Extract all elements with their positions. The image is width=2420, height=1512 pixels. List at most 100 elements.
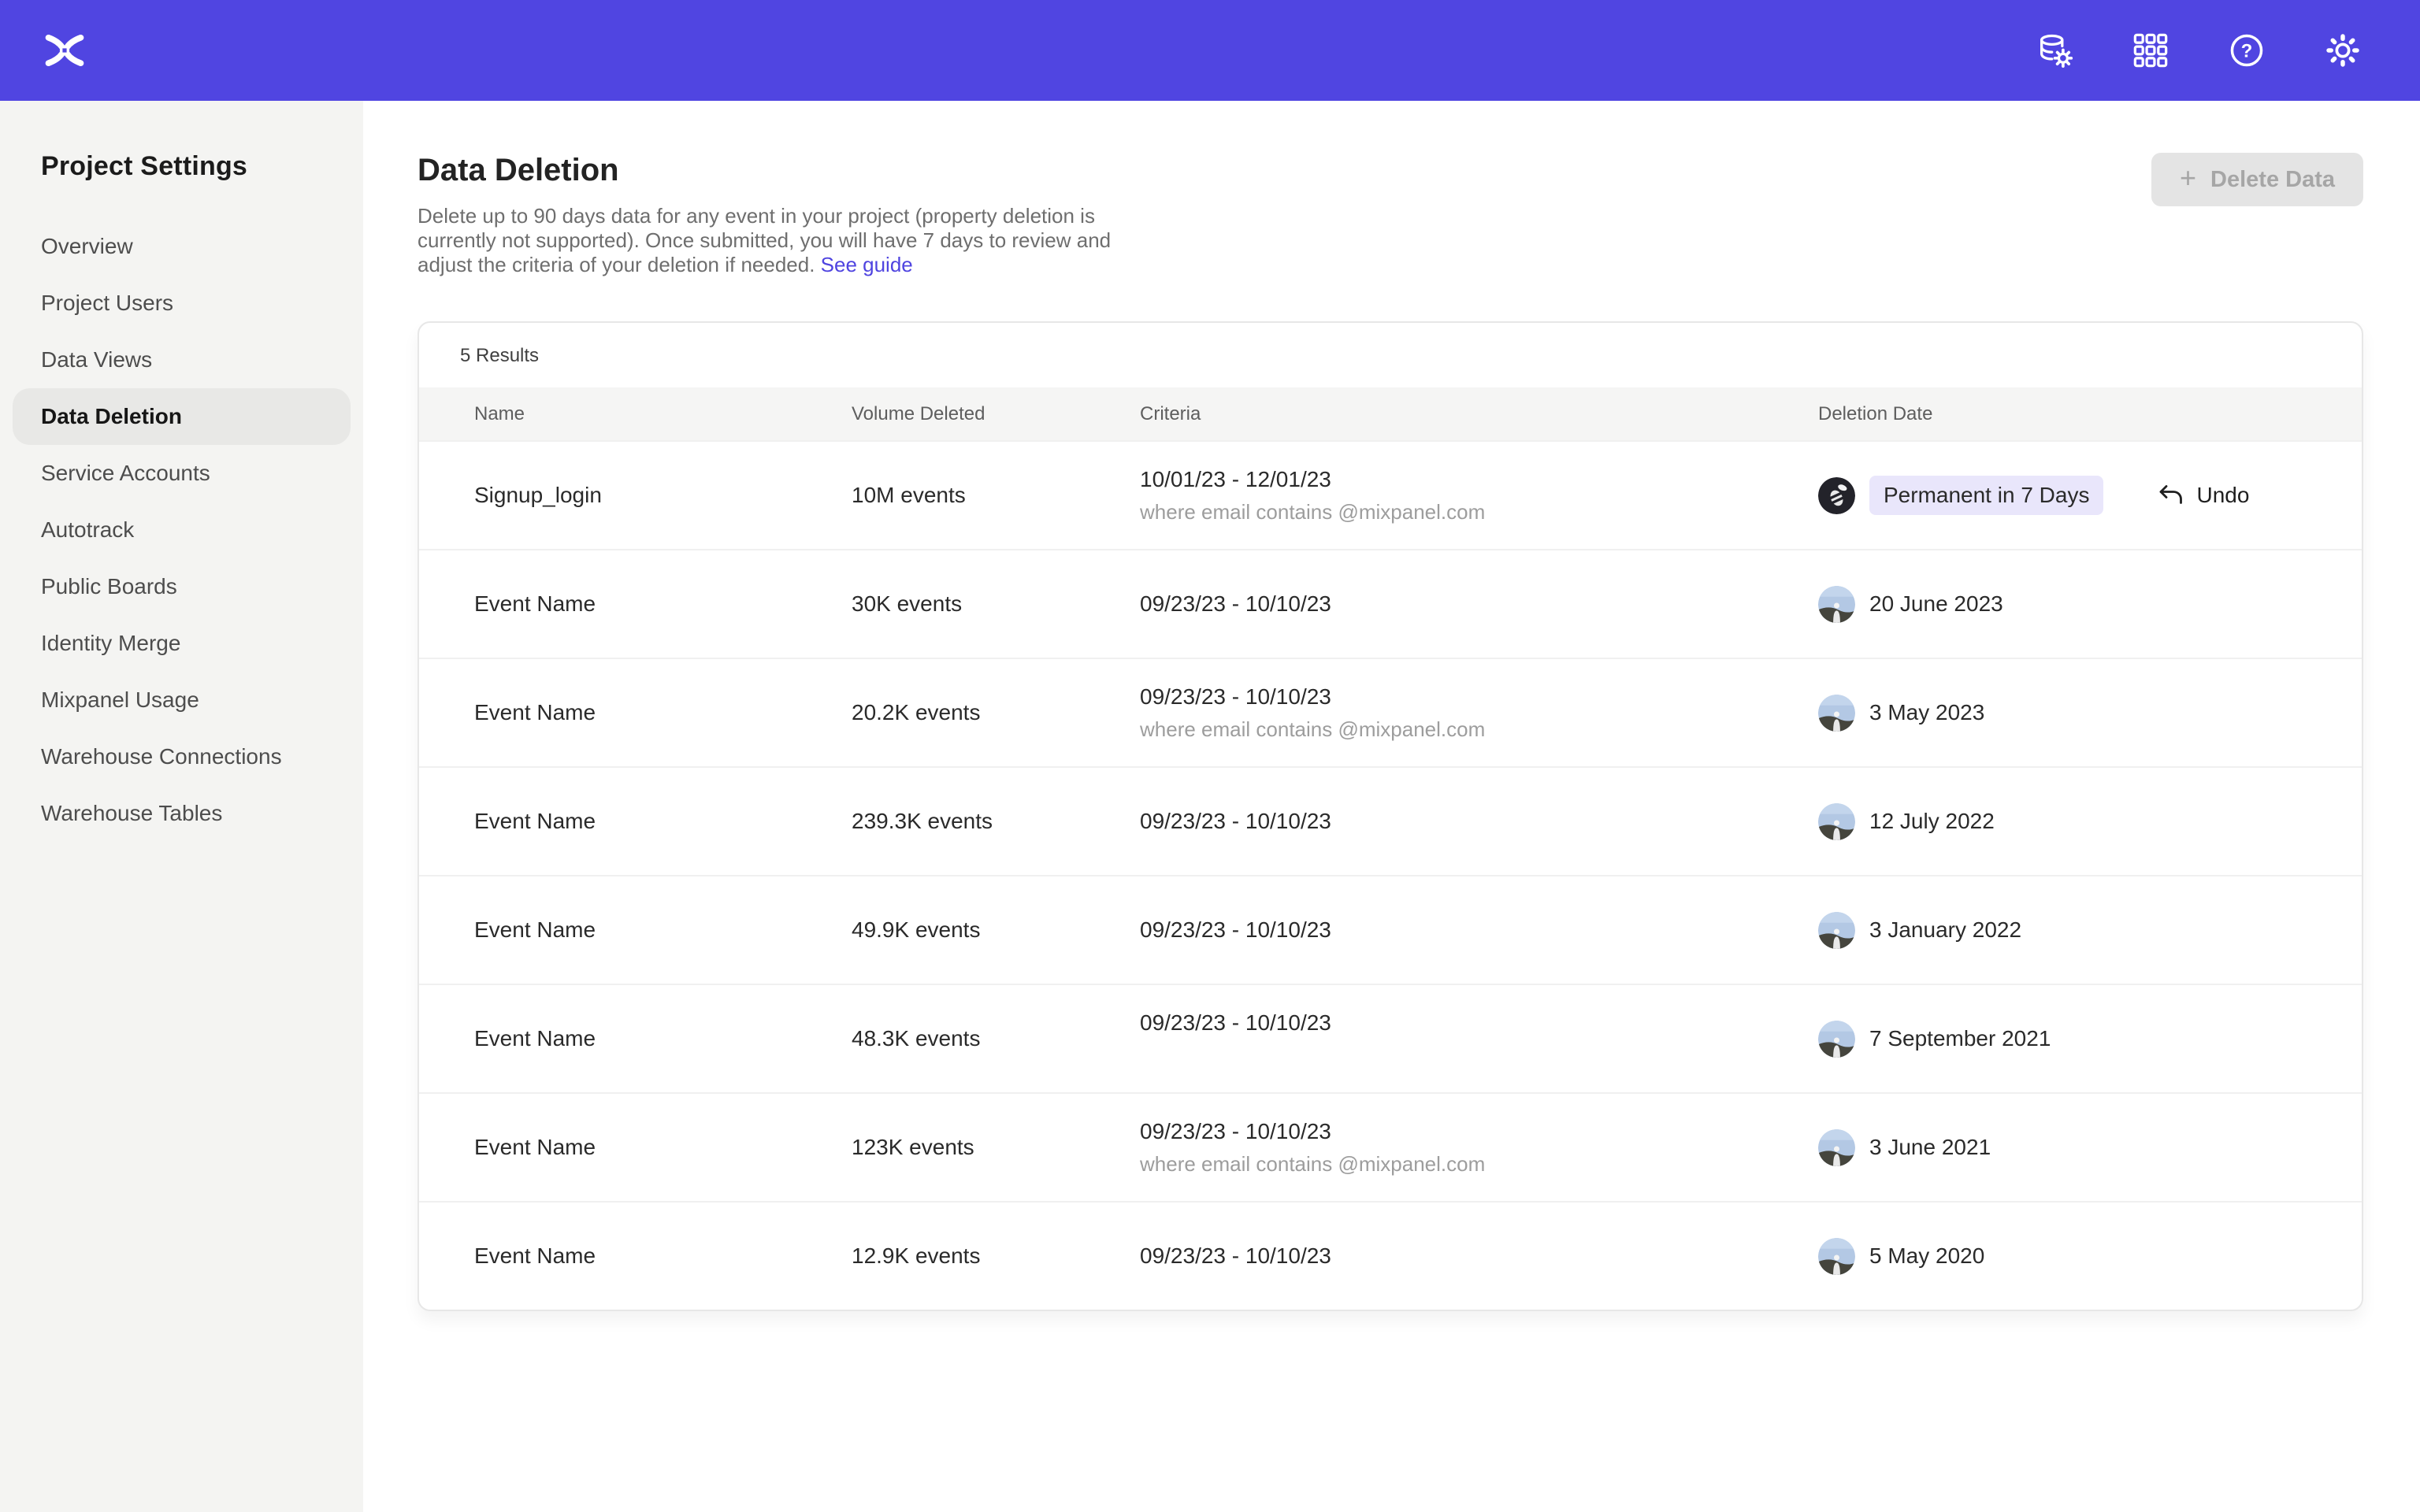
table-row: Event Name 12.9K events 09/23/23 - 10/10… bbox=[419, 1201, 2362, 1310]
table-row: Event Name 123K events 09/23/23 - 10/10/… bbox=[419, 1092, 2362, 1201]
user-avatar bbox=[1818, 1238, 1855, 1275]
criteria-range: 09/23/23 - 10/10/23 bbox=[1140, 808, 1818, 835]
sidebar-item-mixpanel-usage[interactable]: Mixpanel Usage bbox=[13, 672, 351, 728]
see-guide-link[interactable]: See guide bbox=[821, 253, 913, 276]
table-header-row: Name Volume Deleted Criteria Deletion Da… bbox=[419, 387, 2362, 440]
table-row: Signup_login 10M events 10/01/23 - 12/01… bbox=[419, 440, 2362, 549]
sidebar-item-warehouse-tables[interactable]: Warehouse Tables bbox=[13, 785, 351, 842]
cell-volume: 20.2K events bbox=[852, 700, 1140, 725]
sidebar-item-identity-merge[interactable]: Identity Merge bbox=[13, 615, 351, 672]
status-badge: Permanent in 7 Days bbox=[1869, 476, 2103, 515]
column-header-name: Name bbox=[474, 403, 852, 425]
criteria-range: 09/23/23 - 10/10/23 bbox=[1140, 1118, 1818, 1145]
deletion-date: 7 September 2021 bbox=[1869, 1026, 2051, 1051]
cell-volume: 123K events bbox=[852, 1135, 1140, 1160]
criteria-filter: where email contains @mixpanel.com bbox=[1140, 499, 1818, 524]
data-deletion-page: Data Deletion Delete up to 90 days data … bbox=[363, 101, 2420, 1512]
user-avatar bbox=[1818, 803, 1855, 840]
sidebar-item-data-deletion[interactable]: Data Deletion bbox=[13, 388, 351, 445]
cell-name: Event Name bbox=[474, 700, 852, 725]
criteria-range: 09/23/23 - 10/10/23 bbox=[1140, 917, 1818, 943]
delete-data-button[interactable]: + Delete Data bbox=[2151, 153, 2363, 206]
data-management-icon[interactable] bbox=[2036, 32, 2073, 69]
svg-text:?: ? bbox=[2241, 41, 2253, 62]
cell-deletion-date: 3 May 2023 bbox=[1818, 695, 2311, 732]
column-header-volume-deleted: Volume Deleted bbox=[852, 403, 1140, 425]
criteria-range: 10/01/23 - 12/01/23 bbox=[1140, 466, 1818, 493]
cell-volume: 10M events bbox=[852, 483, 1140, 508]
cell-criteria: 10/01/23 - 12/01/23 where email contains… bbox=[1140, 466, 1818, 524]
criteria-filter: where email contains @mixpanel.com bbox=[1140, 1151, 1818, 1177]
deletion-date: 20 June 2023 bbox=[1869, 591, 2003, 617]
column-header-deletion-date: Deletion Date bbox=[1818, 403, 2311, 425]
user-avatar bbox=[1818, 586, 1855, 623]
deletion-date: 5 May 2020 bbox=[1869, 1243, 1984, 1269]
deletion-date: 3 May 2023 bbox=[1869, 700, 1984, 725]
sidebar-item-data-views[interactable]: Data Views bbox=[13, 332, 351, 388]
criteria-range: 09/23/23 - 10/10/23 bbox=[1140, 1243, 1818, 1269]
sidebar-item-autotrack[interactable]: Autotrack bbox=[13, 502, 351, 558]
cell-name: Event Name bbox=[474, 1243, 852, 1269]
sidebar-item-overview[interactable]: Overview bbox=[13, 218, 351, 275]
sidebar-item-project-users[interactable]: Project Users bbox=[13, 275, 351, 332]
cell-volume: 239.3K events bbox=[852, 809, 1140, 834]
cell-name: Event Name bbox=[474, 809, 852, 834]
cell-criteria: 09/23/23 - 10/10/23 bbox=[1140, 917, 1818, 943]
cell-name: Event Name bbox=[474, 1135, 852, 1160]
topbar-icon-group: ? bbox=[2036, 32, 2362, 69]
settings-gear-icon[interactable] bbox=[2324, 32, 2362, 69]
cell-volume: 49.9K events bbox=[852, 917, 1140, 943]
table-row: Event Name 239.3K events 09/23/23 - 10/1… bbox=[419, 766, 2362, 875]
deletion-requests-card: 5 Results Name Volume Deleted Criteria D… bbox=[418, 321, 2363, 1311]
page-title: Data Deletion bbox=[418, 153, 2363, 188]
cell-deletion-date: 5 May 2020 bbox=[1818, 1238, 2311, 1275]
cell-deletion-date: 12 July 2022 bbox=[1818, 803, 2311, 840]
page-description: Delete up to 90 days data for any event … bbox=[418, 204, 1130, 277]
cell-deletion-date: 20 June 2023 bbox=[1818, 586, 2311, 623]
delete-data-button-label: Delete Data bbox=[2210, 167, 2335, 193]
cell-criteria: 09/23/23 - 10/10/23 bbox=[1140, 1243, 1818, 1269]
user-avatar bbox=[1818, 695, 1855, 732]
cell-name: Signup_login bbox=[474, 483, 852, 508]
undo-button[interactable]: Undo bbox=[2157, 481, 2249, 510]
cell-volume: 48.3K events bbox=[852, 1026, 1140, 1051]
mixpanel-logo-icon[interactable] bbox=[44, 30, 85, 71]
deletion-date: 12 July 2022 bbox=[1869, 809, 1995, 834]
top-navigation-bar: ? bbox=[0, 0, 2420, 101]
cell-volume: 30K events bbox=[852, 591, 1140, 617]
sidebar-item-service-accounts[interactable]: Service Accounts bbox=[13, 445, 351, 502]
page-description-text: Delete up to 90 days data for any event … bbox=[418, 204, 1111, 276]
cell-criteria: 09/23/23 - 10/10/23 where email contains… bbox=[1140, 684, 1818, 742]
cell-name: Event Name bbox=[474, 1026, 852, 1051]
cell-criteria: 09/23/23 - 10/10/23 bbox=[1140, 1010, 1818, 1068]
cell-deletion-date: Permanent in 7 Days Undo bbox=[1818, 476, 2311, 515]
user-avatar bbox=[1818, 1021, 1855, 1058]
column-header-criteria: Criteria bbox=[1140, 403, 1818, 425]
cell-deletion-date: 3 June 2021 bbox=[1818, 1129, 2311, 1166]
cell-criteria: 09/23/23 - 10/10/23 bbox=[1140, 591, 1818, 617]
help-icon[interactable]: ? bbox=[2228, 32, 2266, 69]
table-row: Event Name 48.3K events 09/23/23 - 10/10… bbox=[419, 984, 2362, 1092]
sidebar-item-public-boards[interactable]: Public Boards bbox=[13, 558, 351, 615]
user-avatar bbox=[1818, 912, 1855, 949]
deletion-date: 3 January 2022 bbox=[1869, 917, 2021, 943]
cell-name: Event Name bbox=[474, 917, 852, 943]
criteria-range: 09/23/23 - 10/10/23 bbox=[1140, 1010, 1818, 1036]
sidebar-item-warehouse-connections[interactable]: Warehouse Connections bbox=[13, 728, 351, 785]
cell-name: Event Name bbox=[474, 591, 852, 617]
plus-icon: + bbox=[2180, 164, 2196, 192]
cell-criteria: 09/23/23 - 10/10/23 where email contains… bbox=[1140, 1118, 1818, 1177]
criteria-filter bbox=[1140, 1043, 1818, 1068]
table-row: Event Name 20.2K events 09/23/23 - 10/10… bbox=[419, 658, 2362, 766]
cell-deletion-date: 7 September 2021 bbox=[1818, 1021, 2311, 1058]
apps-grid-icon[interactable] bbox=[2132, 32, 2169, 69]
sidebar-title: Project Settings bbox=[41, 151, 363, 182]
user-avatar bbox=[1818, 1129, 1855, 1166]
table-row: Event Name 30K events 09/23/23 - 10/10/2… bbox=[419, 549, 2362, 658]
cell-deletion-date: 3 January 2022 bbox=[1818, 912, 2311, 949]
undo-label: Undo bbox=[2196, 483, 2249, 508]
criteria-range: 09/23/23 - 10/10/23 bbox=[1140, 591, 1818, 617]
sidebar-nav: Overview Project Users Data Views Data D… bbox=[0, 218, 363, 842]
user-avatar bbox=[1818, 477, 1855, 514]
cell-volume: 12.9K events bbox=[852, 1243, 1140, 1269]
